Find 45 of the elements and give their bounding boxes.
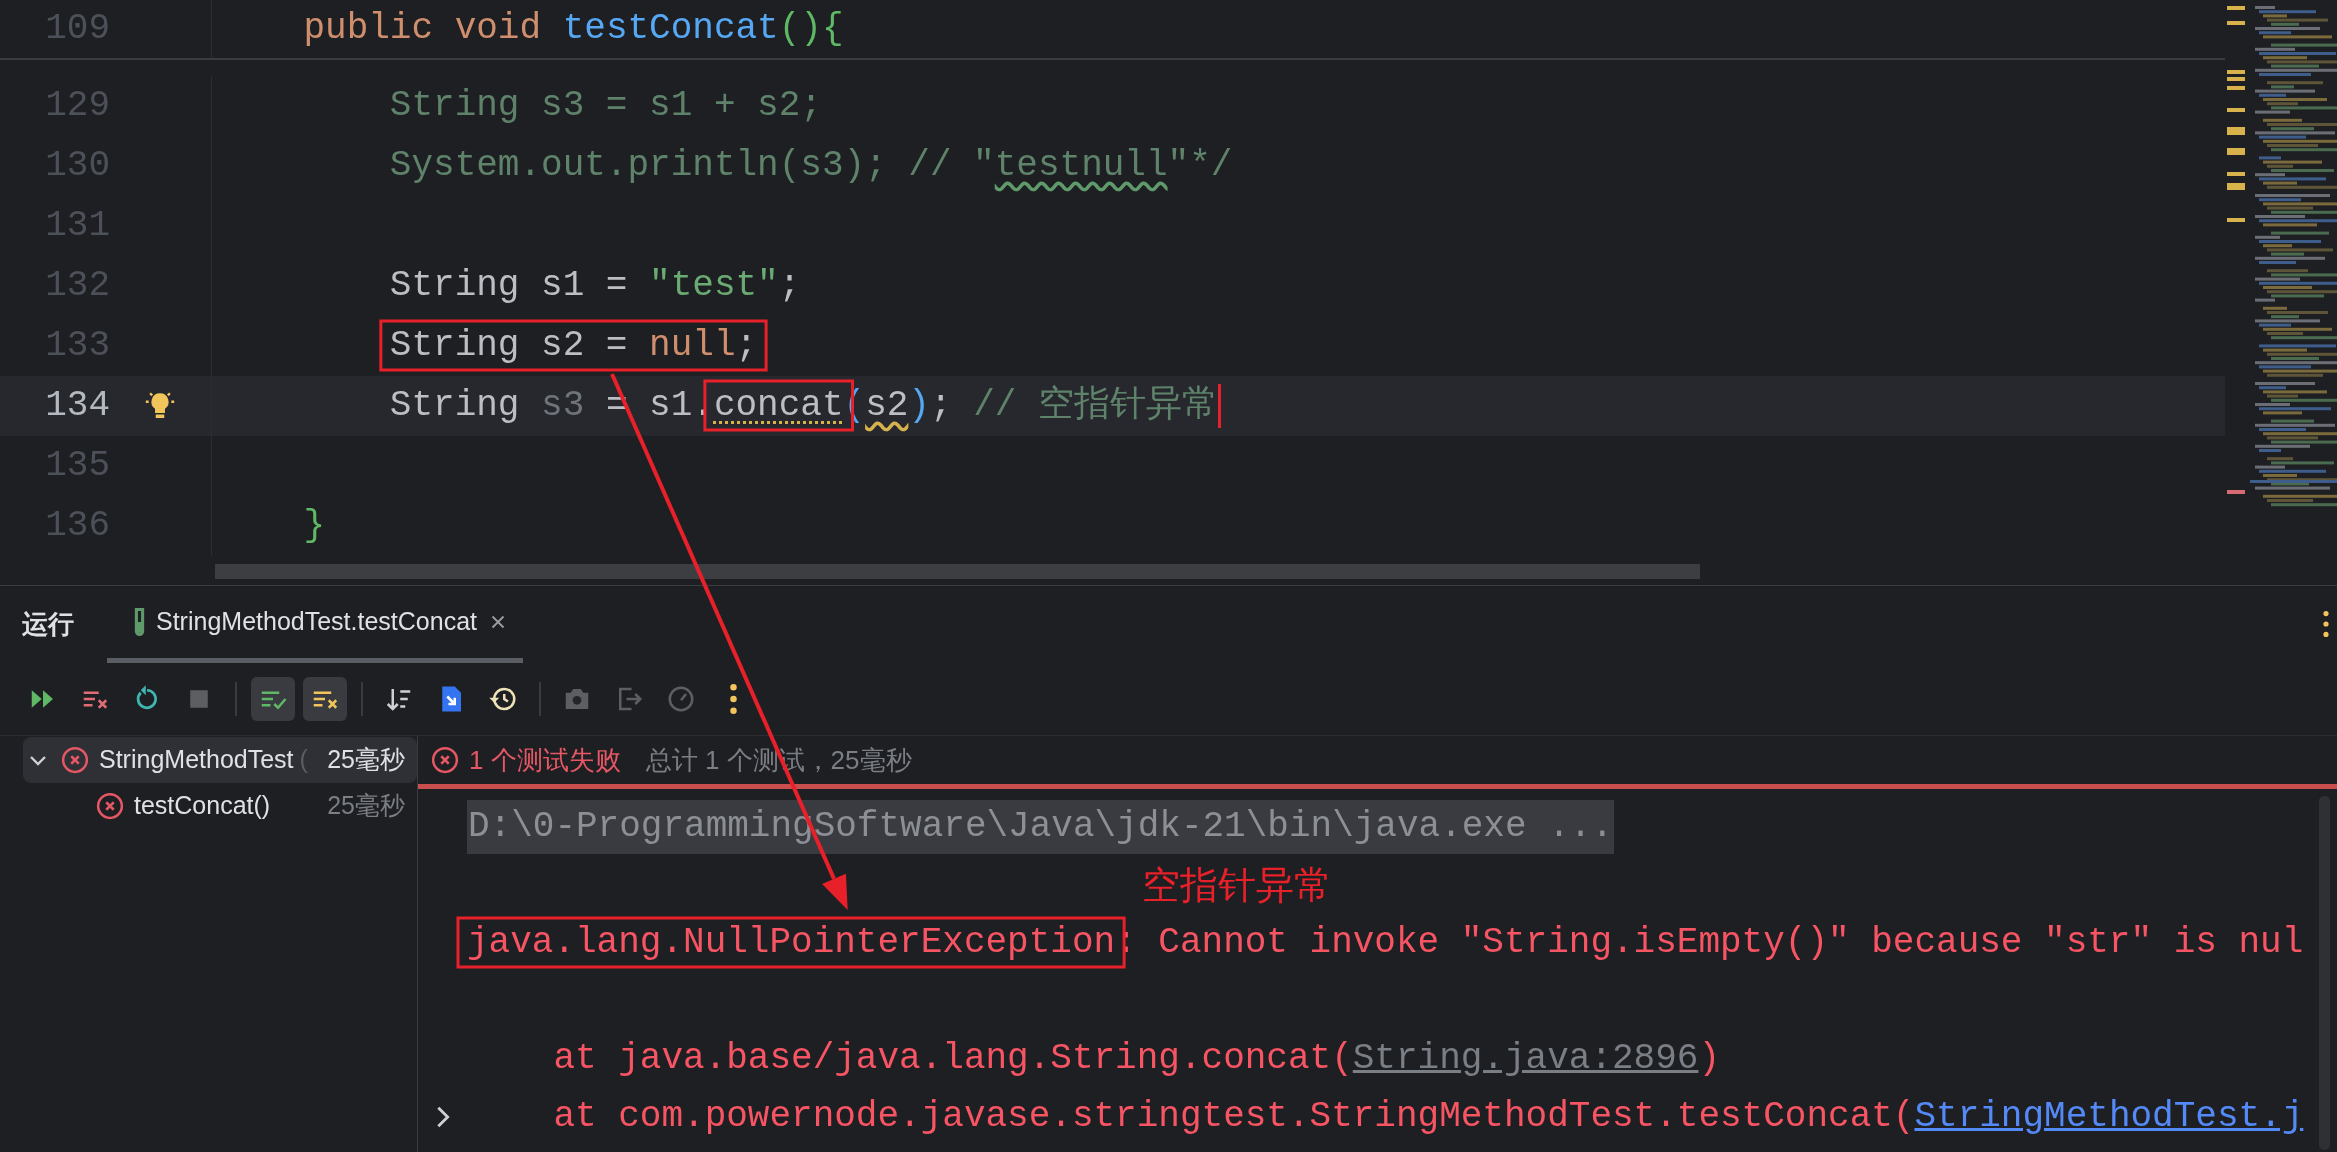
scrollbar[interactable]: [215, 564, 1700, 579]
test-name: StringMethodTest: [99, 744, 294, 776]
run-tab[interactable]: StringMethodTest.testConcat: [107, 585, 523, 663]
show-ignored-button[interactable]: [303, 676, 347, 721]
panel-title: 运行: [22, 607, 74, 641]
code-token: ;: [778, 265, 801, 306]
duration-text: 25毫秒: [327, 790, 406, 822]
show-passed-button[interactable]: [251, 676, 295, 721]
code-token: // 空指针异常: [973, 385, 1218, 426]
code-token: s2: [865, 385, 909, 426]
code-token: }: [303, 505, 326, 546]
code-token: public void: [303, 8, 543, 49]
console-text: ): [1698, 1038, 1721, 1079]
code-token: null: [649, 325, 736, 366]
file-link[interactable]: String.java:2896: [1352, 1038, 1699, 1079]
test-tube-icon: [133, 607, 146, 636]
line-number: 134: [44, 384, 110, 428]
code-token: ;: [735, 325, 758, 366]
duration-text: 25毫秒: [327, 744, 406, 776]
more-icon: [729, 683, 737, 714]
tree-item[interactable]: testConcat() 25毫秒: [23, 783, 417, 829]
more-icon: [2323, 611, 2329, 637]
console-text: at com.powernode.javase.stringtest.StringMethodTest.testConcat(: [553, 1096, 1915, 1137]
code-token: ): [908, 385, 930, 426]
code-token: String s2 =: [389, 325, 629, 366]
console-text: java.lang.NullPointerException: [467, 922, 1116, 963]
file-link[interactable]: StringMethodTest.j: [1914, 1096, 2304, 1137]
code-token: System.out.println(s3); // ": [389, 145, 995, 186]
code-token: String: [389, 385, 521, 426]
code-token: (){: [778, 8, 844, 49]
test-name: testConcat(): [134, 790, 271, 822]
tree-item[interactable]: StringMethodTest ( 25毫秒: [23, 737, 417, 783]
code-token: String s1 =: [389, 265, 629, 306]
code-token: String s3 = s1 + s2;: [389, 85, 822, 126]
console-text: at java.base/java.lang.String.concat(: [553, 1038, 1353, 1079]
code-token: testConcat: [562, 8, 779, 49]
code-token: s3: [541, 385, 585, 426]
code-token: "test": [649, 265, 779, 306]
code-token: testnull: [994, 145, 1168, 186]
failed-count: 1 个测试失败: [469, 743, 621, 777]
code-token: concat: [713, 385, 844, 426]
code-token: "*/: [1167, 145, 1233, 186]
code-token: ;: [929, 385, 953, 426]
annotation-text: 空指针异常: [1142, 862, 1332, 908]
package-text: (: [299, 744, 308, 776]
